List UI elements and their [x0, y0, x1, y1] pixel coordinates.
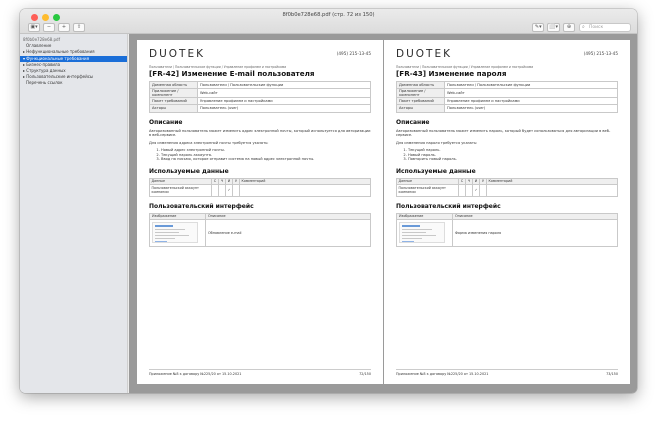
update-cell: ✓ — [472, 183, 480, 197]
ui-heading: Пользовательский интерфейс — [396, 202, 501, 210]
ui-table: Изображение Описание Форма изменения пар… — [396, 212, 618, 247]
window-title: 8f0b0e728e68.pdf (стр. 72 из 150) — [282, 12, 375, 18]
company-phone: (495) 215-13-45 — [336, 51, 371, 56]
sidebar-toggle-button[interactable]: ▣▾ — [28, 23, 40, 32]
document-view[interactable]: DUOTEK (495) 215-13-45 Пользователи / По… — [129, 34, 637, 393]
table-row: Акторы Пользователь (user) — [396, 104, 618, 113]
description-heading: Описание — [396, 118, 430, 126]
update-cell: ✓ — [225, 183, 233, 197]
share-button[interactable]: ⇧ — [73, 23, 85, 32]
steps-list: Новый адрес электронной почты. Текущий п… — [149, 148, 371, 162]
requirement-title: [FR-43] Изменение пароля — [396, 69, 507, 78]
meta-key: Доменная область — [396, 80, 445, 90]
data-name-cell: Пользовательский аккаунт компании — [396, 183, 459, 197]
meta-value: Пользователь (user) — [197, 104, 371, 113]
zoom-out-button[interactable]: − — [43, 23, 55, 32]
table-row: Пакет требований Управление профилем и на… — [149, 97, 371, 106]
meta-value: Пользователи / Пользовательские функции — [197, 80, 371, 90]
table-row: Приложение / компонент Web-сайт — [149, 88, 371, 99]
markup-button[interactable]: ✎▾ — [532, 23, 545, 32]
create-cell — [211, 183, 219, 197]
ui-image-cell — [149, 218, 206, 247]
meta-key: Пакет требований — [396, 97, 445, 106]
sidebar-item-references[interactable]: Перечень ссылок — [20, 80, 127, 86]
table-row: Пользовательский аккаунт компании ✓ — [396, 183, 618, 197]
meta-value: Web-сайт — [197, 88, 371, 99]
search-placeholder: Поиск — [589, 25, 604, 30]
table-row: Форма изменения пароля — [396, 218, 618, 247]
used-data-table: Данные С Ч И У Комментарий Пользовательс… — [396, 177, 618, 197]
table-row: Доменная область Пользователи / Пользоват… — [396, 80, 618, 90]
comment-cell — [486, 183, 618, 197]
description-intro: Для изменения адреса электронной почты т… — [149, 141, 269, 146]
company-phone: (495) 215-13-45 — [583, 51, 618, 56]
toolbar-left: ▣▾ − + ⇧ — [28, 23, 85, 32]
footer-contract: Приложение №8 к договору №225/20 от 15.1… — [149, 372, 242, 376]
meta-value: Web-сайт — [444, 88, 618, 99]
ui-image-cell — [396, 218, 453, 247]
steps-list: Текущий пароль. Новый пароль. Повторить … — [396, 148, 618, 162]
table-row: Акторы Пользователь (user) — [149, 104, 371, 113]
page-footer: Приложение №8 к договору №225/20 от 15.1… — [149, 369, 371, 376]
page-number: 72/150 — [359, 372, 371, 376]
table-row: Приложение / компонент Web-сайт — [396, 88, 618, 99]
annotate-button[interactable]: ⬜▾ — [547, 23, 560, 32]
ui-description-cell: Обновление e-mail — [205, 218, 371, 247]
description-intro: Для изменения пароля требуется указать: — [396, 141, 478, 146]
meta-key: Пакет требований — [149, 97, 198, 106]
page-footer: Приложение №8 к договору №225/20 от 15.1… — [396, 369, 618, 376]
pdf-page: DUOTEK (495) 215-13-45 Пользователи / По… — [384, 40, 630, 384]
meta-table: Доменная область Пользователи / Пользоват… — [149, 80, 371, 113]
search-icon: ⌕ — [582, 24, 585, 30]
meta-value: Управление профилем и настройками — [444, 97, 618, 106]
list-item: Ввод на письмо, которое отправит система… — [161, 157, 371, 162]
ui-screenshot-thumbnail — [399, 222, 445, 244]
read-cell — [465, 183, 473, 197]
data-name-cell: Пользовательский аккаунт компании — [149, 183, 212, 197]
requirement-title: [FR-42] Изменение E-mail пользователя — [149, 69, 315, 78]
table-row: Обновление e-mail — [149, 218, 371, 247]
create-cell — [458, 183, 466, 197]
page-number: 73/150 — [606, 372, 618, 376]
meta-key: Акторы — [149, 104, 198, 113]
description-text: Авторизованный пользователь может измени… — [149, 128, 371, 138]
table-row: Пакет требований Управление профилем и на… — [396, 97, 618, 106]
description-heading: Описание — [149, 118, 183, 126]
meta-key: Акторы — [396, 104, 445, 113]
meta-value: Пользователи / Пользовательские функции — [444, 80, 618, 90]
ui-heading: Пользовательский интерфейс — [149, 202, 254, 210]
ui-description-cell: Форма изменения пароля — [452, 218, 618, 247]
meta-value: Управление профилем и настройками — [197, 97, 371, 106]
table-row: Доменная область Пользователи / Пользоват… — [149, 80, 371, 90]
pdf-page: DUOTEK (495) 215-13-45 Пользователи / По… — [137, 40, 383, 384]
data-heading: Используемые данные — [396, 167, 476, 175]
meta-value: Пользователь (user) — [444, 104, 618, 113]
delete-cell — [479, 183, 487, 197]
rotate-button[interactable]: ⊕ — [563, 23, 575, 32]
meta-key: Приложение / компонент — [149, 88, 198, 99]
ui-table: Изображение Описание Обновление e-mail — [149, 212, 371, 247]
list-item: Повторить новый пароль. — [408, 157, 618, 162]
used-data-table: Данные С Ч И У Комментарий Пользовательс… — [149, 177, 371, 197]
zoom-in-button[interactable]: + — [58, 23, 70, 32]
title-bar: 8f0b0e728e68.pdf (стр. 72 из 150) ▣▾ − +… — [20, 9, 637, 34]
table-row: Пользовательский аккаунт компании ✓ — [149, 183, 371, 197]
comment-cell — [239, 183, 371, 197]
meta-table: Доменная область Пользователи / Пользоват… — [396, 80, 618, 113]
read-cell — [218, 183, 226, 197]
meta-key: Приложение / компонент — [396, 88, 445, 99]
delete-cell — [232, 183, 240, 197]
outline-sidebar: 8f0b0e728e68.pdf Оглавление ▸ Нефункцион… — [20, 34, 128, 393]
footer-contract: Приложение №8 к договору №225/20 от 15.1… — [396, 372, 489, 376]
description-text: Авторизованный пользователь может измени… — [396, 128, 611, 138]
preview-window: 8f0b0e728e68.pdf (стр. 72 из 150) ▣▾ − +… — [20, 9, 637, 393]
meta-key: Доменная область — [149, 80, 198, 90]
data-heading: Используемые данные — [149, 167, 229, 175]
search-input[interactable]: ⌕ Поиск — [579, 23, 631, 32]
ui-screenshot-thumbnail — [152, 222, 198, 244]
toolbar-right: ✎▾ ⬜▾ ⊕ — [532, 23, 575, 32]
